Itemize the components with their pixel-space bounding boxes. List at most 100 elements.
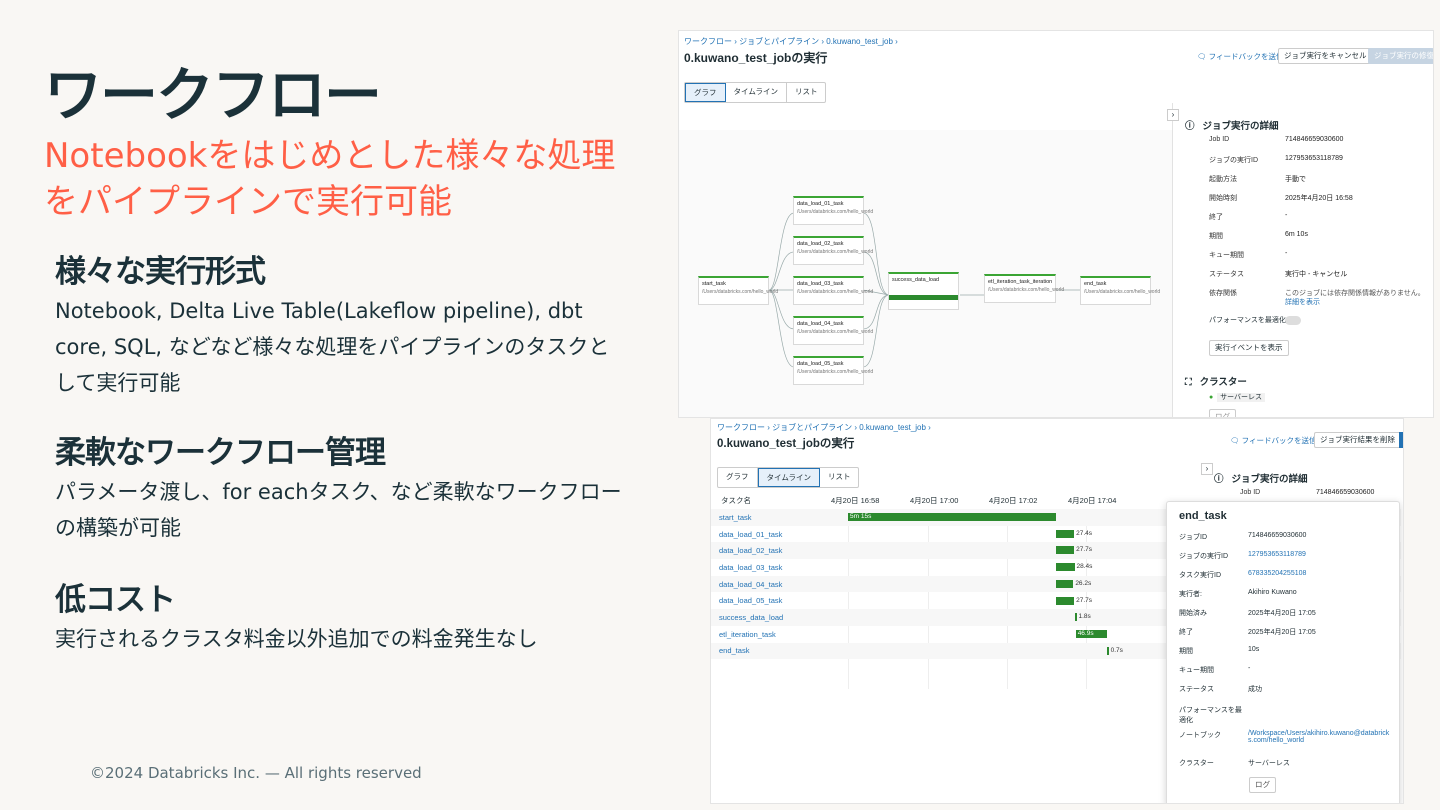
task-duration-bar[interactable]: 27.7s xyxy=(1055,546,1092,555)
task-duration-bar[interactable]: 0.7s xyxy=(1106,646,1123,655)
primary-button-edge[interactable] xyxy=(1399,432,1403,448)
popover-key: パフォーマンスを最適化 xyxy=(1179,707,1242,724)
detail-row-end: 終了 - xyxy=(1209,212,1287,222)
task-duration-bar[interactable]: 46.9s xyxy=(1075,629,1107,638)
run-details-panel: › ⓘ ジョブ実行の詳細 Job ID 714846659030600 ジョブの実… xyxy=(1167,103,1433,417)
delete-run-button[interactable]: ジョブ実行結果を削除 xyxy=(1314,432,1401,448)
popover-row: クラスター サーバーレス xyxy=(1179,758,1394,768)
detail-row-run-id: ジョブの実行ID 127953653118789 xyxy=(1209,155,1343,165)
tab-graph[interactable]: グラフ xyxy=(685,83,726,102)
breadcrumb-jobs[interactable]: ジョブとパイプライン xyxy=(739,37,819,46)
tab-timeline[interactable]: タイムライン xyxy=(726,83,787,102)
task-duration-bar[interactable]: 1.8s xyxy=(1074,613,1091,622)
popover-value[interactable]: 127953653118789 xyxy=(1248,551,1394,561)
task-name[interactable]: start_task xyxy=(711,513,821,522)
chevron-right-icon[interactable]: › xyxy=(1167,109,1179,121)
task-name[interactable]: etl_iteration_task xyxy=(711,630,821,639)
tab-list[interactable]: リスト xyxy=(787,83,826,102)
dag-node-success-data-load[interactable]: success_data_load xyxy=(888,272,959,310)
dag-node-start[interactable]: start_task/Users/databricks.com/hello_wo… xyxy=(698,276,778,305)
perf-text: パフォーマンスを最適化 xyxy=(1209,317,1286,324)
popover-key: ノートブック xyxy=(1179,732,1221,739)
feedback-button[interactable]: 🗨 フィードバックを送信 xyxy=(1192,50,1289,66)
popover-value[interactable]: 678335204255108 xyxy=(1248,570,1394,580)
popover-value[interactable]: /Workspace/Users/akihiro.kuwano@databric… xyxy=(1248,730,1394,744)
slide-subtitle: Notebookをはじめとした様々な処理 をパイプラインで実行可能 xyxy=(44,133,684,225)
popover-row: 開始済み 2025年4月20日 17:05 xyxy=(1179,608,1394,618)
popover-value: 2025年4月20日 17:05 xyxy=(1248,610,1316,617)
subtitle-line-1: Notebookをはじめとした様々な処理 xyxy=(44,136,616,176)
popover-key: ジョブID xyxy=(1179,534,1207,541)
breadcrumb-workflows[interactable]: ワークフロー xyxy=(717,423,765,432)
perf-toggle[interactable] xyxy=(1285,316,1301,325)
repair-run-button[interactable]: ジョブ実行の修復 xyxy=(1368,48,1433,64)
detail-row-job-id: Job ID 714846659030600 xyxy=(1209,136,1343,143)
task-duration-bar[interactable]: 5m 15s xyxy=(848,513,1056,521)
side-panel-title: ⓘ ジョブ実行の詳細 xyxy=(1214,471,1307,485)
dag-node-data-load-04[interactable]: data_load_04_task/Users/databricks.com/h… xyxy=(793,316,873,345)
breadcrumb-jobs[interactable]: ジョブとパイプライン xyxy=(772,423,852,432)
tab-timeline[interactable]: タイムライン xyxy=(757,468,820,487)
task-name[interactable]: data_load_04_task xyxy=(711,580,821,589)
view-events-button[interactable]: 実行イベントを表示 xyxy=(1209,340,1289,356)
view-tabs: グラフ タイムライン リスト xyxy=(717,467,860,488)
popover-value: 2025年4月20日 17:05 xyxy=(1248,629,1316,636)
task-name[interactable]: data_load_05_task xyxy=(711,596,821,605)
tab-list[interactable]: リスト xyxy=(820,468,859,487)
task-name[interactable]: end_task xyxy=(711,646,821,655)
serverless-tag: ● サーバーレス xyxy=(1209,392,1266,402)
breadcrumb: ワークフロー › ジョブとパイプライン › 0.kuwano_test_job … xyxy=(717,423,931,432)
task-duration-bar[interactable]: 27.4s xyxy=(1055,529,1092,538)
timeline-area: タスク名 4月20日 16:58 4月20日 17:00 4月20日 17:02… xyxy=(711,491,1401,741)
task-name[interactable]: data_load_01_task xyxy=(711,530,821,539)
detail-value[interactable]: 714846659030600 xyxy=(1316,489,1374,496)
task-duration-label: 0.7s xyxy=(1110,646,1123,654)
chevron-right-icon[interactable]: › xyxy=(1201,463,1213,475)
view-tabs: グラフ タイムライン リスト xyxy=(684,82,827,103)
dag-node-data-load-02[interactable]: data_load_02_task/Users/databricks.com/h… xyxy=(793,236,873,265)
dag-node-data-load-03[interactable]: data_load_03_task/Users/databricks.com/h… xyxy=(793,276,873,305)
dag-node-data-load-01[interactable]: data_load_01_task/Users/databricks.com/h… xyxy=(793,196,873,225)
task-duration-bar[interactable]: 26.2s xyxy=(1055,579,1091,588)
detail-value[interactable]: 714846659030600 xyxy=(1285,136,1343,143)
dag-node-end[interactable]: end_task/Users/databricks.com/hello_worl… xyxy=(1080,276,1160,305)
detail-row-duration: 期間 6m 10s xyxy=(1209,231,1308,241)
popover-row: 終了 2025年4月20日 17:05 xyxy=(1179,627,1394,637)
page-title: 0.kuwano_test_jobの実行 xyxy=(684,51,828,65)
task-duration-bar[interactable]: 27.7s xyxy=(1055,596,1092,605)
log-button[interactable]: ログ xyxy=(1209,409,1236,417)
page-title: 0.kuwano_test_jobの実行 xyxy=(717,438,855,450)
feedback-button[interactable]: 🗨 フィードバックを送信 xyxy=(1225,434,1322,450)
footer-copyright: ©2024 Databricks Inc. — All rights reser… xyxy=(90,764,422,782)
task-detail-popover: end_task ジョブID 714846659030600 ジョブの実行ID 127… xyxy=(1166,501,1400,803)
popover-value: 成功 xyxy=(1248,686,1262,693)
feedback-label: フィードバックを送信 xyxy=(1208,52,1284,61)
breadcrumb-workflows[interactable]: ワークフロー xyxy=(684,37,732,46)
time-tick: 4月20日 17:04 xyxy=(1068,496,1117,505)
detail-link[interactable]: 詳細を表示 xyxy=(1285,297,1320,307)
cancel-run-button[interactable]: ジョブ実行をキャンセル xyxy=(1278,48,1373,64)
time-tick: 4月20日 17:00 xyxy=(910,496,959,505)
popover-key: 実行者: xyxy=(1179,591,1202,598)
tab-graph[interactable]: グラフ xyxy=(718,468,758,487)
task-name[interactable]: data_load_02_task xyxy=(711,546,821,555)
task-name[interactable]: data_load_03_task xyxy=(711,563,821,572)
section-execution-types: 様々な実行形式 Notebook, Delta Live Table(Lakef… xyxy=(55,246,625,401)
popover-key: 開始済み xyxy=(1179,610,1207,617)
section-body: Notebook, Delta Live Table(Lakeflow pipe… xyxy=(55,299,610,395)
feedback-label: フィードバックを送信 xyxy=(1241,436,1317,445)
popover-title: end_task xyxy=(1179,510,1227,522)
breadcrumb-job[interactable]: 0.kuwano_test_job xyxy=(826,37,893,46)
dag-canvas: start_task/Users/databricks.com/hello_wo… xyxy=(679,130,1172,417)
dag-node-etl-iteration[interactable]: etl_iteration_task_iteration/Users/datab… xyxy=(984,274,1064,303)
task-name[interactable]: success_data_load xyxy=(711,613,821,622)
task-duration-bar[interactable]: 28.4s xyxy=(1055,563,1092,572)
detail-row-queue: キュー期間 - xyxy=(1209,250,1287,260)
breadcrumb-job[interactable]: 0.kuwano_test_job xyxy=(859,423,926,432)
dag-node-data-load-05[interactable]: data_load_05_task/Users/databricks.com/h… xyxy=(793,356,873,385)
popover-log-button[interactable]: ログ xyxy=(1249,777,1276,793)
status-dot-icon: ● xyxy=(1209,394,1214,401)
detail-key: キュー期間 xyxy=(1209,252,1244,259)
task-duration-label: 27.7s xyxy=(1076,596,1092,604)
detail-value: 手動で xyxy=(1285,176,1306,183)
